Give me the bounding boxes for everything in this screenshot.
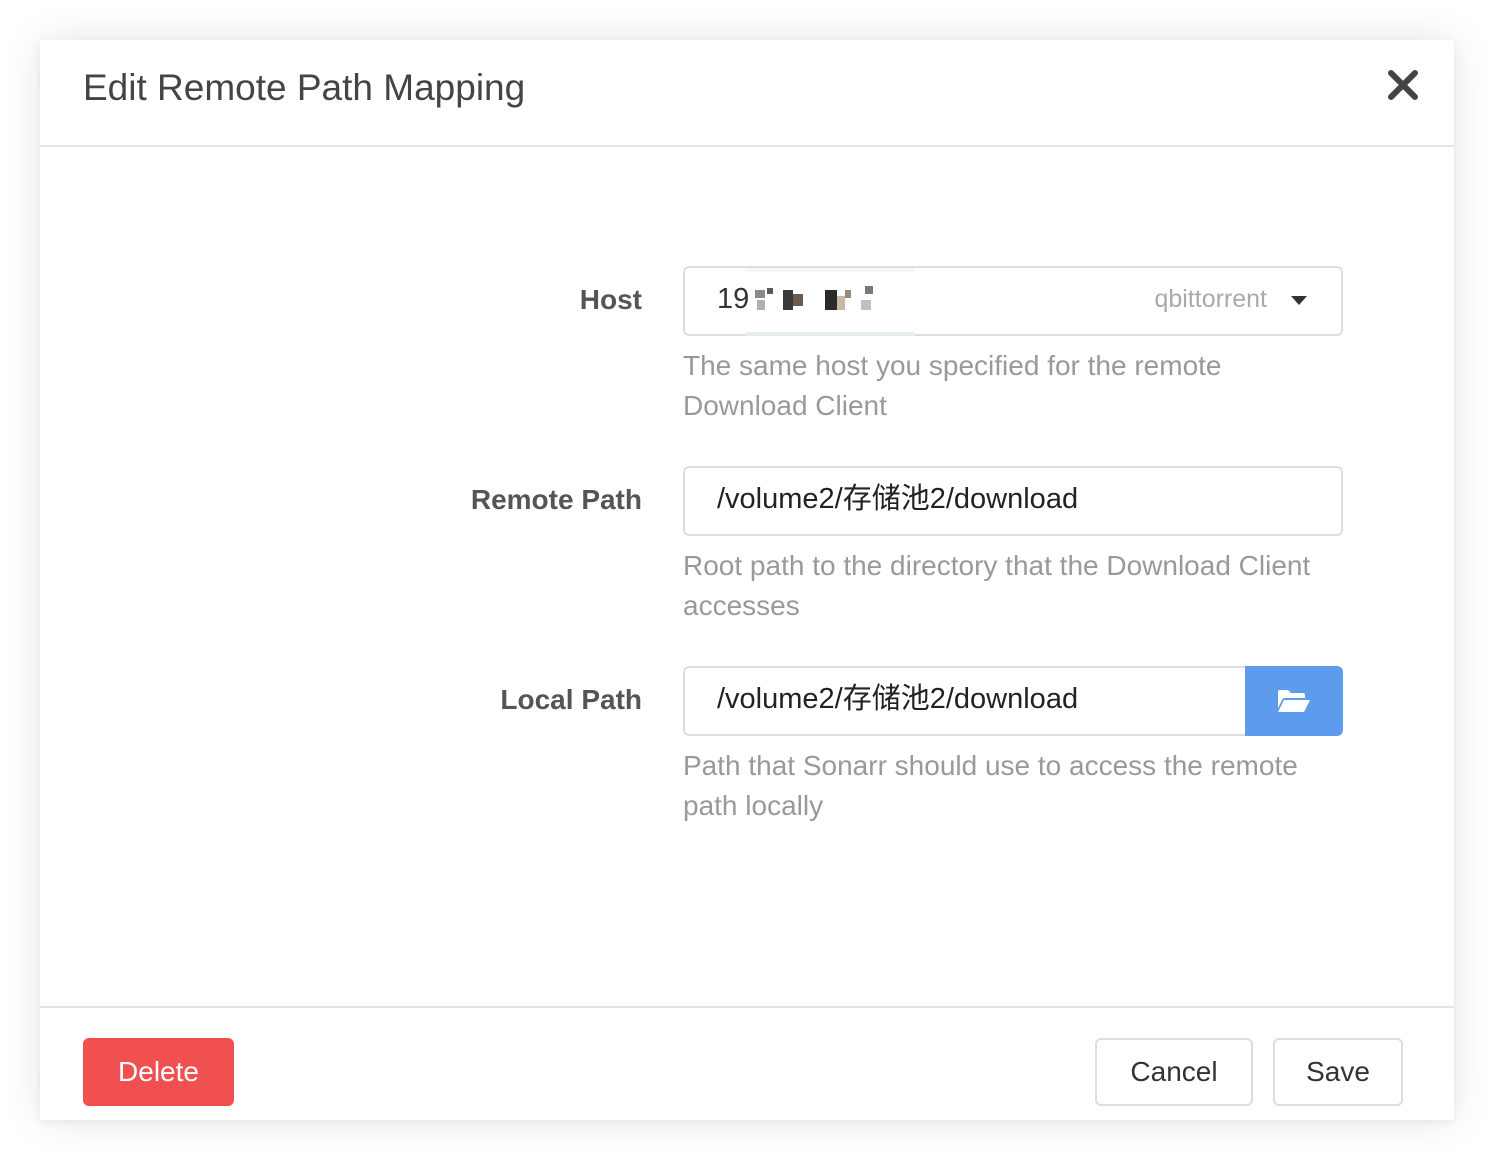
modal-title: Edit Remote Path Mapping (83, 67, 526, 108)
remote-path-value: /volume2/存储池2/download (717, 483, 1079, 515)
modal-header: Edit Remote Path Mapping (40, 40, 1454, 147)
modal-footer: Delete Cancel Save (40, 1006, 1454, 1122)
host-label: Host (579, 284, 642, 315)
close-icon[interactable] (1386, 68, 1420, 102)
caret-down-icon (1291, 296, 1307, 305)
local-path-value: /volume2/存储池2/download (717, 683, 1079, 715)
cancel-button[interactable]: Cancel (1095, 1038, 1253, 1106)
folder-open-icon (1278, 690, 1310, 712)
save-button[interactable]: Save (1273, 1038, 1403, 1106)
host-value: 19 (717, 283, 750, 315)
host-help-text: The same host you specified for the remo… (683, 350, 1222, 421)
edit-remote-path-mapping-modal: Edit Remote Path Mapping Host 19 qbittor… (40, 40, 1454, 1120)
delete-button[interactable]: Delete (83, 1038, 234, 1106)
remote-path-input[interactable]: /volume2/存储池2/download (683, 466, 1343, 536)
browse-folder-button[interactable] (1245, 666, 1343, 736)
redacted-host-address (745, 268, 919, 336)
local-path-help-text: Path that Sonarr should use to access th… (683, 750, 1298, 821)
local-path-input[interactable]: /volume2/存储池2/download (683, 666, 1247, 736)
remote-path-label: Remote Path (470, 484, 642, 515)
host-client-name: qbittorrent (1154, 285, 1267, 313)
host-select[interactable]: 19 qbittorrent (683, 266, 1343, 336)
local-path-label: Local Path (500, 684, 642, 715)
remote-path-help-text: Root path to the directory that the Down… (683, 550, 1311, 621)
